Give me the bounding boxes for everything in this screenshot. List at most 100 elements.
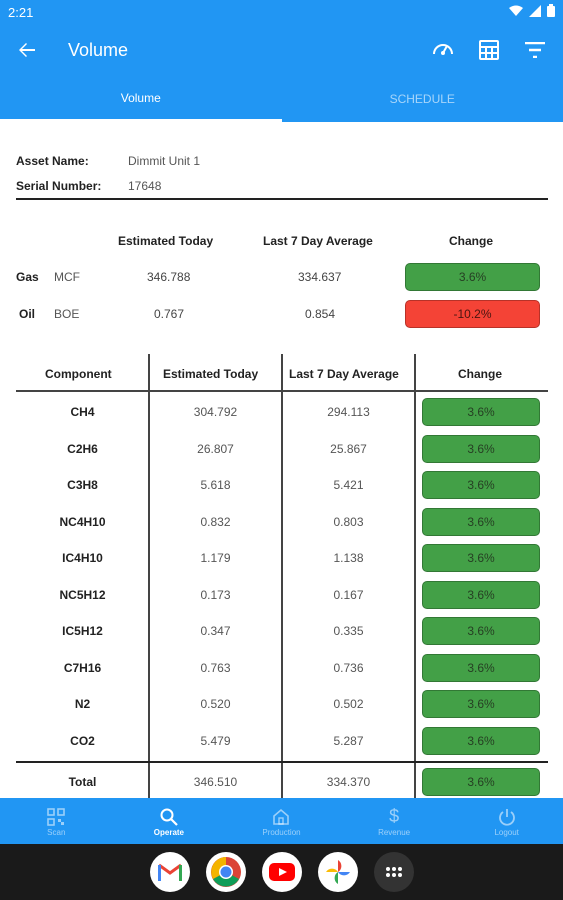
component-name: IC5H12 xyxy=(62,624,103,638)
estimated-value: 0.763 xyxy=(200,661,231,675)
estimated-value: 5.479 xyxy=(200,734,231,748)
table-row: C2H6 26.807 25.867 3.6% xyxy=(16,431,548,467)
component-name: C7H16 xyxy=(63,661,102,675)
component-name: CO2 xyxy=(70,734,95,748)
table-row: C3H8 5.618 5.421 3.6% xyxy=(16,467,548,503)
table-icon xyxy=(479,40,499,60)
component-name: IC4H10 xyxy=(62,551,103,565)
power-icon xyxy=(498,806,516,828)
nav-revenue[interactable]: $ Revenue xyxy=(338,798,451,844)
component-name: CH4 xyxy=(70,405,95,419)
status-bar: 2:21 xyxy=(0,0,563,24)
estimated-value: 0.173 xyxy=(200,588,231,602)
estimated-value: 1.179 xyxy=(200,551,231,565)
estimated-value: 304.792 xyxy=(193,405,238,419)
change-badge: -10.2% xyxy=(405,300,540,328)
qr-code-icon xyxy=(47,806,66,828)
estimated-value: 26.807 xyxy=(197,442,234,456)
header-component: Component xyxy=(45,367,112,381)
table-row: IC5H12 0.347 0.335 3.6% xyxy=(16,613,548,649)
change-badge: 3.6% xyxy=(422,654,540,682)
asset-name-label: Asset Name: xyxy=(16,153,89,168)
nav-label: Revenue xyxy=(378,827,411,837)
change-badge: 3.6% xyxy=(422,690,540,718)
nav-logout[interactable]: Logout xyxy=(450,798,563,844)
summary-average: 334.637 xyxy=(298,270,342,284)
asset-info: Asset Name: Dimmit Unit 1 Serial Number:… xyxy=(16,148,200,198)
nav-label: Scan xyxy=(47,827,66,837)
bottom-navigation: Scan Operate Production $ Revenue Logout xyxy=(0,798,563,844)
change-badge: 3.6% xyxy=(422,727,540,755)
speedometer-icon xyxy=(433,44,453,55)
change-badge: 3.6% xyxy=(422,544,540,572)
dollar-icon: $ xyxy=(389,806,400,826)
total-average: 334.370 xyxy=(326,775,371,789)
component-name: NC5H12 xyxy=(59,588,106,602)
table-view-button[interactable] xyxy=(473,34,505,66)
app-bar: Volume xyxy=(0,24,563,76)
tab-volume[interactable]: Volume xyxy=(0,76,282,122)
nav-scan[interactable]: Scan xyxy=(0,798,113,844)
change-badge: 3.6% xyxy=(422,617,540,645)
table-row: N2 0.520 0.502 3.6% xyxy=(16,686,548,722)
change-badge: 3.6% xyxy=(422,435,540,463)
estimated-value: 5.618 xyxy=(200,478,231,492)
average-value: 5.421 xyxy=(333,478,364,492)
average-value: 5.287 xyxy=(333,734,364,748)
summary-estimated: 0.767 xyxy=(154,307,185,321)
total-divider xyxy=(16,761,548,763)
summary-average: 0.854 xyxy=(305,307,336,321)
total-row: Total 346.510 334.370 3.6% xyxy=(16,764,548,798)
change-badge: 3.6% xyxy=(422,471,540,499)
nav-label: Production xyxy=(262,827,301,837)
status-time: 2:21 xyxy=(8,4,34,20)
filter-button[interactable] xyxy=(519,34,551,66)
speedometer-button[interactable] xyxy=(427,34,459,66)
tab-schedule[interactable]: SCHEDULE xyxy=(282,76,563,122)
summary-unit: BOE xyxy=(54,307,80,321)
arrow-back-icon xyxy=(19,43,35,57)
average-value: 0.502 xyxy=(333,697,364,711)
nav-label: Logout xyxy=(494,827,519,837)
chrome-icon[interactable] xyxy=(205,852,246,892)
header-average: Last 7 Day Average xyxy=(289,367,399,381)
summary-unit: MCF xyxy=(54,270,80,284)
average-value: 294.113 xyxy=(327,405,370,419)
battery-icon xyxy=(547,4,555,20)
header-change: Change xyxy=(458,367,503,381)
nav-production[interactable]: Production xyxy=(225,798,338,844)
component-name: C3H8 xyxy=(67,478,98,492)
filter-icon xyxy=(525,42,545,58)
serial-number-label: Serial Number: xyxy=(16,178,102,193)
youtube-icon[interactable] xyxy=(261,852,302,892)
nav-operate[interactable]: Operate xyxy=(113,798,226,844)
system-dock xyxy=(0,844,563,900)
table-row: C7H16 0.763 0.736 3.6% xyxy=(16,650,548,686)
average-value: 0.335 xyxy=(333,624,364,638)
component-name: NC4H10 xyxy=(59,515,106,529)
photos-icon[interactable] xyxy=(317,852,358,892)
change-badge: 3.6% xyxy=(422,508,540,536)
summary-header-average: Last 7 Day Average xyxy=(263,234,373,248)
app-drawer-icon[interactable] xyxy=(373,852,414,892)
gmail-icon[interactable] xyxy=(149,852,190,892)
header-estimated: Estimated Today xyxy=(163,367,259,381)
wifi-icon xyxy=(509,5,523,20)
summary-label: Gas xyxy=(16,270,39,284)
estimated-value: 0.347 xyxy=(200,624,231,638)
change-badge: 3.6% xyxy=(422,398,540,426)
home-icon xyxy=(272,806,290,828)
total-label: Total xyxy=(68,775,97,789)
table-row: NC4H10 0.832 0.803 3.6% xyxy=(16,504,548,540)
average-value: 1.138 xyxy=(333,551,364,565)
change-badge: 3.6% xyxy=(422,581,540,609)
table-row: CH4 304.792 294.113 3.6% xyxy=(16,394,548,430)
estimated-value: 0.832 xyxy=(200,515,231,529)
main-content: Asset Name: Dimmit Unit 1 Serial Number:… xyxy=(0,122,563,798)
back-button[interactable] xyxy=(0,24,54,76)
table-row: IC4H10 1.179 1.138 3.6% xyxy=(16,540,548,576)
tab-bar: Volume SCHEDULE xyxy=(0,76,563,122)
search-icon xyxy=(160,806,178,828)
table-row: NC5H12 0.173 0.167 3.6% xyxy=(16,577,548,613)
summary-header-estimated: Estimated Today xyxy=(118,234,214,248)
